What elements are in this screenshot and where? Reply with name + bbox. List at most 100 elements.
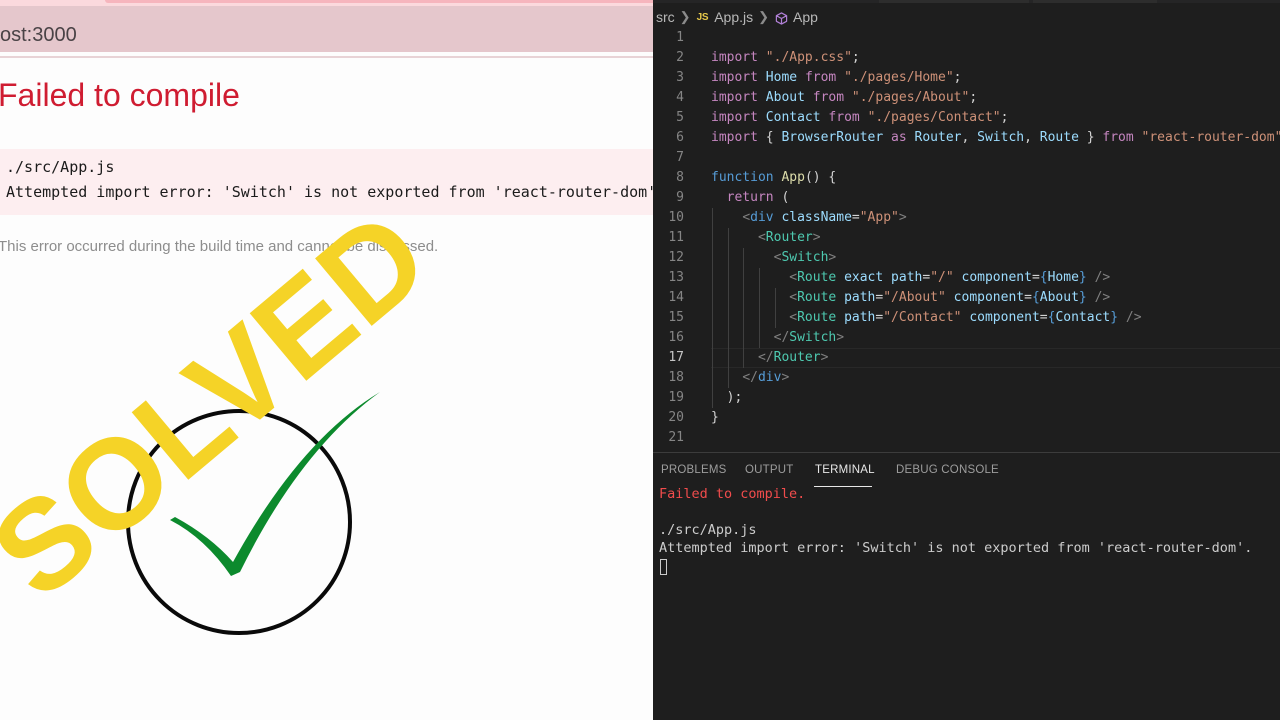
tab-debug-console[interactable]: DEBUG CONSOLE [896, 464, 999, 476]
code-token: = [922, 270, 931, 285]
code-token: } [1078, 290, 1087, 305]
tab-terminal[interactable]: TERMINAL [815, 464, 875, 476]
cube-icon [775, 11, 788, 25]
code-token: = [1031, 270, 1040, 285]
code-token: as [891, 130, 907, 145]
breadcrumb-folder[interactable]: src [656, 9, 675, 25]
line-number: 20 [668, 410, 684, 425]
code-token: < [789, 310, 798, 325]
code-text: </div> [711, 368, 789, 388]
code-line[interactable]: 16 </Switch> [653, 328, 1280, 348]
line-number: 4 [676, 90, 684, 105]
editor-tab[interactable] [1033, 0, 1157, 3]
code-token: Router [773, 350, 821, 365]
code-line[interactable]: 11 <Router> [653, 228, 1280, 248]
terminal-cursor[interactable] [660, 559, 667, 575]
line-number: 1 [676, 30, 684, 45]
code-line[interactable]: 14 <Route path="/About" component={About… [653, 288, 1280, 308]
line-number: 5 [676, 110, 684, 125]
code-token: from [812, 90, 845, 105]
breadcrumb-symbol[interactable]: App [793, 9, 818, 25]
code-token: { [757, 130, 782, 145]
code-token: "App" [859, 210, 899, 225]
code-line[interactable]: 7 [653, 148, 1280, 168]
code-token: () { [804, 170, 837, 185]
code-token: { [1039, 270, 1048, 285]
code-token: Router [765, 230, 813, 245]
editor-tab[interactable] [879, 0, 1029, 3]
code-text: import About from "./pages/About"; [711, 88, 977, 108]
code-text: import "./App.css"; [711, 48, 860, 68]
code-text: } [711, 408, 719, 428]
code-line[interactable]: 3 import Home from "./pages/Home"; [653, 68, 1280, 88]
bottom-panel: PROBLEMS OUTPUT TERMINAL DEBUG CONSOLE F… [653, 452, 1280, 720]
code-line[interactable]: 21 [653, 428, 1280, 448]
tab-problems[interactable]: PROBLEMS [661, 464, 727, 476]
code-token: /> [1094, 290, 1111, 305]
code-token: ; [851, 50, 860, 65]
code-line[interactable]: 13 <Route exact path="/" component={Home… [653, 268, 1280, 288]
code-token: import [711, 110, 758, 125]
code-token: /> [1094, 270, 1111, 285]
code-line[interactable]: 1 [653, 28, 1280, 48]
code-line[interactable]: 6 import { BrowserRouter as Router, Switc… [653, 128, 1280, 148]
code-token: </ [757, 350, 774, 365]
code-area[interactable]: 1 2 import "./App.css"; 3 import Home from "… [653, 28, 1280, 452]
code-token: div [750, 210, 774, 225]
breadcrumb: src ❯ JS App.js ❯ App [656, 7, 818, 27]
code-line[interactable]: 18 </div> [653, 368, 1280, 388]
code-token: ; [969, 90, 978, 105]
code-token: path [844, 290, 876, 305]
breadcrumb-file[interactable]: App.js [714, 9, 753, 25]
code-text: <Switch> [711, 248, 837, 268]
code-line[interactable]: 9 return ( [653, 188, 1280, 208]
code-token: "/Contact" [883, 310, 962, 325]
code-token: ; [953, 70, 962, 85]
code-token: Route [797, 310, 837, 325]
code-token: BrowserRouter [781, 130, 884, 145]
code-text: import { BrowserRouter as Router, Switch… [711, 128, 1280, 148]
code-token: App [781, 170, 805, 185]
code-line[interactable]: 10 <div className="App"> [653, 208, 1280, 228]
code-line[interactable]: 8 function App() { [653, 168, 1280, 188]
code-line[interactable]: 12 <Switch> [653, 248, 1280, 268]
code-text: </Switch> [711, 328, 844, 348]
code-token: ; [1000, 110, 1009, 125]
code-line[interactable]: 15 <Route path="/Contact" component={Con… [653, 308, 1280, 328]
indent-guide [727, 228, 729, 388]
code-token: } [1110, 310, 1119, 325]
code-line[interactable]: 19 ); [653, 388, 1280, 408]
code-token: function [711, 170, 774, 185]
code-line[interactable]: 2 import "./App.css"; [653, 48, 1280, 68]
tab-output[interactable]: OUTPUT [745, 464, 793, 476]
code-line[interactable]: 20} [653, 408, 1280, 428]
code-token: > [781, 370, 790, 385]
code-token: "/About" [883, 290, 946, 305]
code-line[interactable]: 4 import About from "./pages/About"; [653, 88, 1280, 108]
code-token: "./App.css" [765, 50, 852, 65]
code-token: return [726, 190, 774, 205]
code-line[interactable]: 5 import Contact from "./pages/Contact"; [653, 108, 1280, 128]
code-token: < [789, 290, 798, 305]
chevron-right-icon: ❯ [679, 9, 691, 24]
code-token: } [711, 410, 719, 425]
code-token: </ [773, 330, 790, 345]
code-text: ); [711, 388, 743, 408]
code-line[interactable]: 17 </Router> [653, 348, 1280, 368]
js-file-icon: JS [696, 11, 709, 23]
